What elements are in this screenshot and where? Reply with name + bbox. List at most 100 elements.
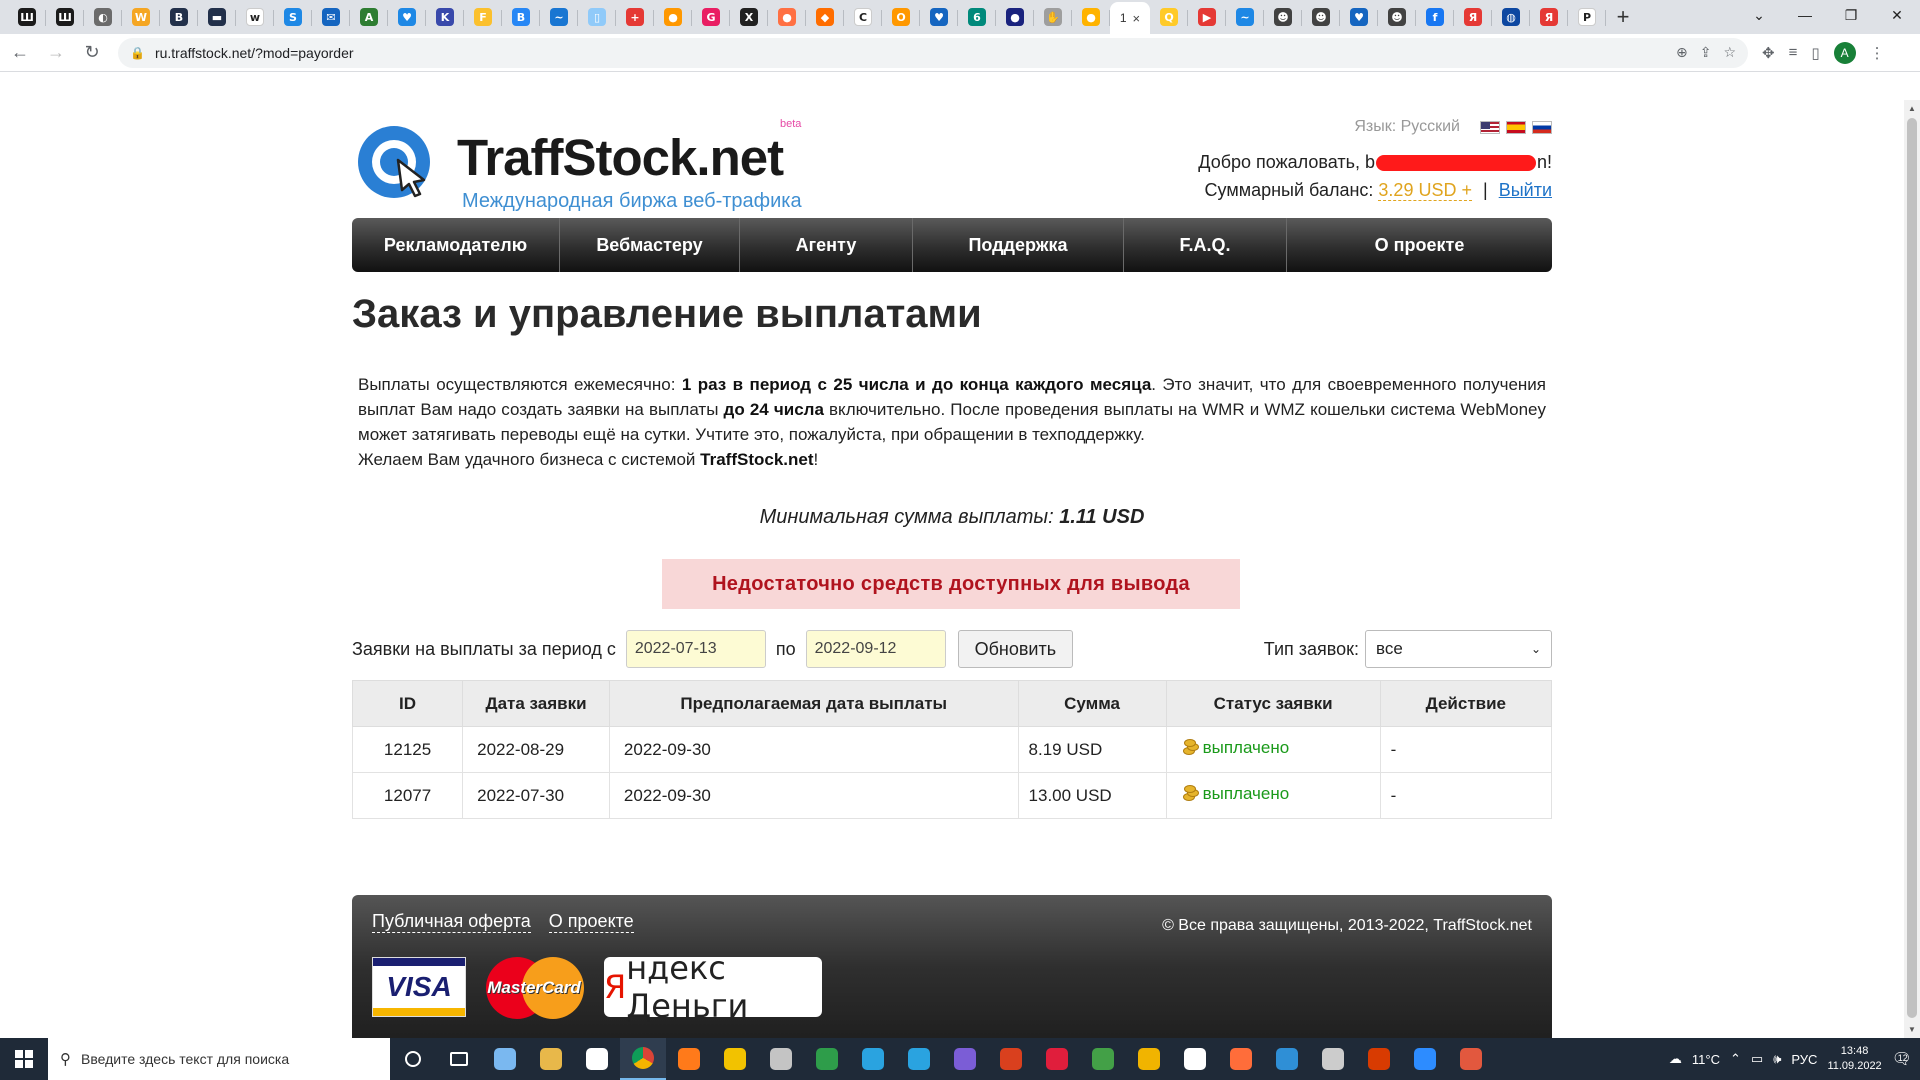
taskbar-app-icon[interactable] bbox=[1264, 1038, 1310, 1080]
tab-search-icon[interactable]: ⌄ bbox=[1736, 0, 1782, 30]
browser-tab[interactable]: Я bbox=[1454, 2, 1492, 32]
zoom-icon[interactable]: ⊕ bbox=[1676, 44, 1688, 61]
menu-item[interactable]: О проекте bbox=[1287, 218, 1552, 272]
browser-tab[interactable]: О bbox=[882, 2, 920, 32]
media-icon[interactable]: ≡ bbox=[1789, 44, 1798, 61]
date-from-input[interactable]: 2022-07-13 bbox=[625, 630, 766, 668]
taskbar-app-icon[interactable] bbox=[758, 1038, 804, 1080]
scroll-up-icon[interactable]: ▲ bbox=[1908, 104, 1916, 113]
taskbar-search[interactable]: ⚲ Введите здесь текст для поиска bbox=[48, 1038, 390, 1080]
keyboard-lang[interactable]: РУС bbox=[1791, 1052, 1817, 1067]
flag-es-icon[interactable] bbox=[1506, 120, 1526, 134]
profile-avatar[interactable]: A bbox=[1833, 41, 1856, 64]
side-panel-icon[interactable]: ▯ bbox=[1811, 44, 1819, 62]
address-bar[interactable]: 🔒 ru.traffstock.net/?mod=payorder ⊕ ⇪ ☆ bbox=[118, 37, 1748, 68]
browser-tab[interactable]: ♥ bbox=[920, 2, 958, 32]
browser-tab[interactable]: A bbox=[350, 2, 388, 32]
browser-tab[interactable]: ~ bbox=[540, 2, 578, 32]
notifications-icon[interactable]: 🗨 12 bbox=[1892, 1049, 1912, 1069]
browser-tab[interactable]: ● bbox=[654, 2, 692, 32]
browser-tab[interactable]: W bbox=[122, 2, 160, 32]
tab-close-icon[interactable]: × bbox=[1133, 11, 1141, 26]
browser-tab[interactable]: ▬ bbox=[198, 2, 236, 32]
browser-tab[interactable]: ◍ bbox=[1492, 2, 1530, 32]
browser-tab[interactable]: G bbox=[692, 2, 730, 32]
taskbar-app-icon[interactable] bbox=[1080, 1038, 1126, 1080]
browser-tab[interactable]: B bbox=[160, 2, 198, 32]
taskbar-app-icon[interactable] bbox=[988, 1038, 1034, 1080]
browser-tab[interactable]: ▶ bbox=[1188, 2, 1226, 32]
taskbar-app-icon[interactable] bbox=[666, 1038, 712, 1080]
browser-tab[interactable]: ~ bbox=[1226, 2, 1264, 32]
date-to-input[interactable]: 2022-09-12 bbox=[805, 630, 946, 668]
taskbar-app-icon[interactable] bbox=[620, 1038, 666, 1080]
taskbar-app-icon[interactable] bbox=[528, 1038, 574, 1080]
menu-item[interactable]: Вебмастеру bbox=[560, 218, 740, 272]
forward-icon[interactable]: → bbox=[40, 37, 72, 69]
share-icon[interactable]: ⇪ bbox=[1700, 44, 1712, 61]
weather-icon[interactable]: ☁ bbox=[1669, 1051, 1682, 1067]
clock[interactable]: 13:48 11.09.2022 bbox=[1827, 1044, 1881, 1074]
browser-tab[interactable]: B bbox=[502, 2, 540, 32]
browser-tab[interactable]: X bbox=[730, 2, 768, 32]
browser-tab[interactable]: 6 bbox=[958, 2, 996, 32]
browser-tab[interactable]: ♥ bbox=[388, 2, 426, 32]
browser-tab[interactable]: Ш bbox=[8, 2, 46, 32]
browser-tab[interactable]: ◐ bbox=[84, 2, 122, 32]
maximize-button[interactable]: ❐ bbox=[1828, 0, 1874, 30]
browser-tab[interactable]: ☻ bbox=[1302, 2, 1340, 32]
taskbar-app-icon[interactable] bbox=[1448, 1038, 1494, 1080]
menu-item[interactable]: Поддержка bbox=[913, 218, 1124, 272]
browser-tab[interactable]: Q bbox=[1150, 2, 1188, 32]
browser-tab[interactable]: K bbox=[426, 2, 464, 32]
menu-kebab-icon[interactable]: ⋮ bbox=[1870, 44, 1885, 62]
taskbar-app-icon[interactable] bbox=[1218, 1038, 1264, 1080]
back-icon[interactable]: ← bbox=[4, 37, 36, 69]
browser-tab[interactable]: ◆ bbox=[806, 2, 844, 32]
scroll-thumb[interactable] bbox=[1907, 118, 1917, 1018]
browser-tab[interactable]: ● bbox=[996, 2, 1034, 32]
active-tab[interactable]: 1 × bbox=[1110, 2, 1150, 34]
menu-item[interactable]: Рекламодателю bbox=[352, 218, 560, 272]
page-scrollbar[interactable]: ▲ ▼ bbox=[1904, 100, 1920, 1038]
browser-tab[interactable]: ● bbox=[1072, 2, 1110, 32]
refresh-button[interactable]: Обновить bbox=[957, 630, 1074, 668]
task-view-icon[interactable] bbox=[436, 1038, 482, 1080]
flag-ru-icon[interactable] bbox=[1532, 120, 1552, 134]
taskbar-app-icon[interactable] bbox=[1126, 1038, 1172, 1080]
volume-icon[interactable]: 🕪 bbox=[1773, 1051, 1781, 1067]
taskbar-app-icon[interactable] bbox=[712, 1038, 758, 1080]
menu-item[interactable]: Агенту bbox=[740, 218, 913, 272]
browser-tab[interactable]: + bbox=[616, 2, 654, 32]
browser-tab[interactable]: ♥ bbox=[1340, 2, 1378, 32]
taskbar-app-icon[interactable] bbox=[1310, 1038, 1356, 1080]
browser-tab[interactable]: S bbox=[274, 2, 312, 32]
taskbar-app-icon[interactable] bbox=[1034, 1038, 1080, 1080]
taskbar-app-icon[interactable] bbox=[574, 1038, 620, 1080]
type-select[interactable]: все ⌄ bbox=[1365, 630, 1552, 668]
taskbar-app-icon[interactable] bbox=[896, 1038, 942, 1080]
taskbar-app-icon[interactable] bbox=[850, 1038, 896, 1080]
new-tab-button[interactable]: + bbox=[1606, 2, 1640, 32]
browser-tab[interactable]: ▯ bbox=[578, 2, 616, 32]
lock-icon[interactable]: 🔒 bbox=[130, 46, 145, 60]
cortana-icon[interactable] bbox=[390, 1038, 436, 1080]
about-link[interactable]: О проекте bbox=[548, 911, 634, 933]
temperature[interactable]: 11°C bbox=[1692, 1052, 1720, 1067]
extensions-icon[interactable]: ✥ bbox=[1762, 44, 1775, 62]
start-button[interactable] bbox=[0, 1038, 48, 1080]
site-logo[interactable]: TraffStock.net Международная биржа веб-т… bbox=[352, 118, 802, 212]
browser-tab[interactable]: ☻ bbox=[1378, 2, 1416, 32]
bookmark-star-icon[interactable]: ☆ bbox=[1723, 44, 1736, 61]
browser-tab[interactable]: P bbox=[1568, 2, 1606, 32]
reload-icon[interactable]: ↻ bbox=[76, 37, 108, 69]
taskbar-app-icon[interactable] bbox=[804, 1038, 850, 1080]
public-offer-link[interactable]: Публичная оферта bbox=[372, 911, 531, 933]
taskbar-app-icon[interactable] bbox=[1172, 1038, 1218, 1080]
taskbar-app-icon[interactable] bbox=[942, 1038, 988, 1080]
tray-chevron-icon[interactable]: ⌃ bbox=[1730, 1051, 1741, 1067]
browser-tab[interactable]: Ш bbox=[46, 2, 84, 32]
taskbar-app-icon[interactable] bbox=[1356, 1038, 1402, 1080]
browser-tab[interactable]: w bbox=[236, 2, 274, 32]
taskbar-app-icon[interactable] bbox=[1402, 1038, 1448, 1080]
